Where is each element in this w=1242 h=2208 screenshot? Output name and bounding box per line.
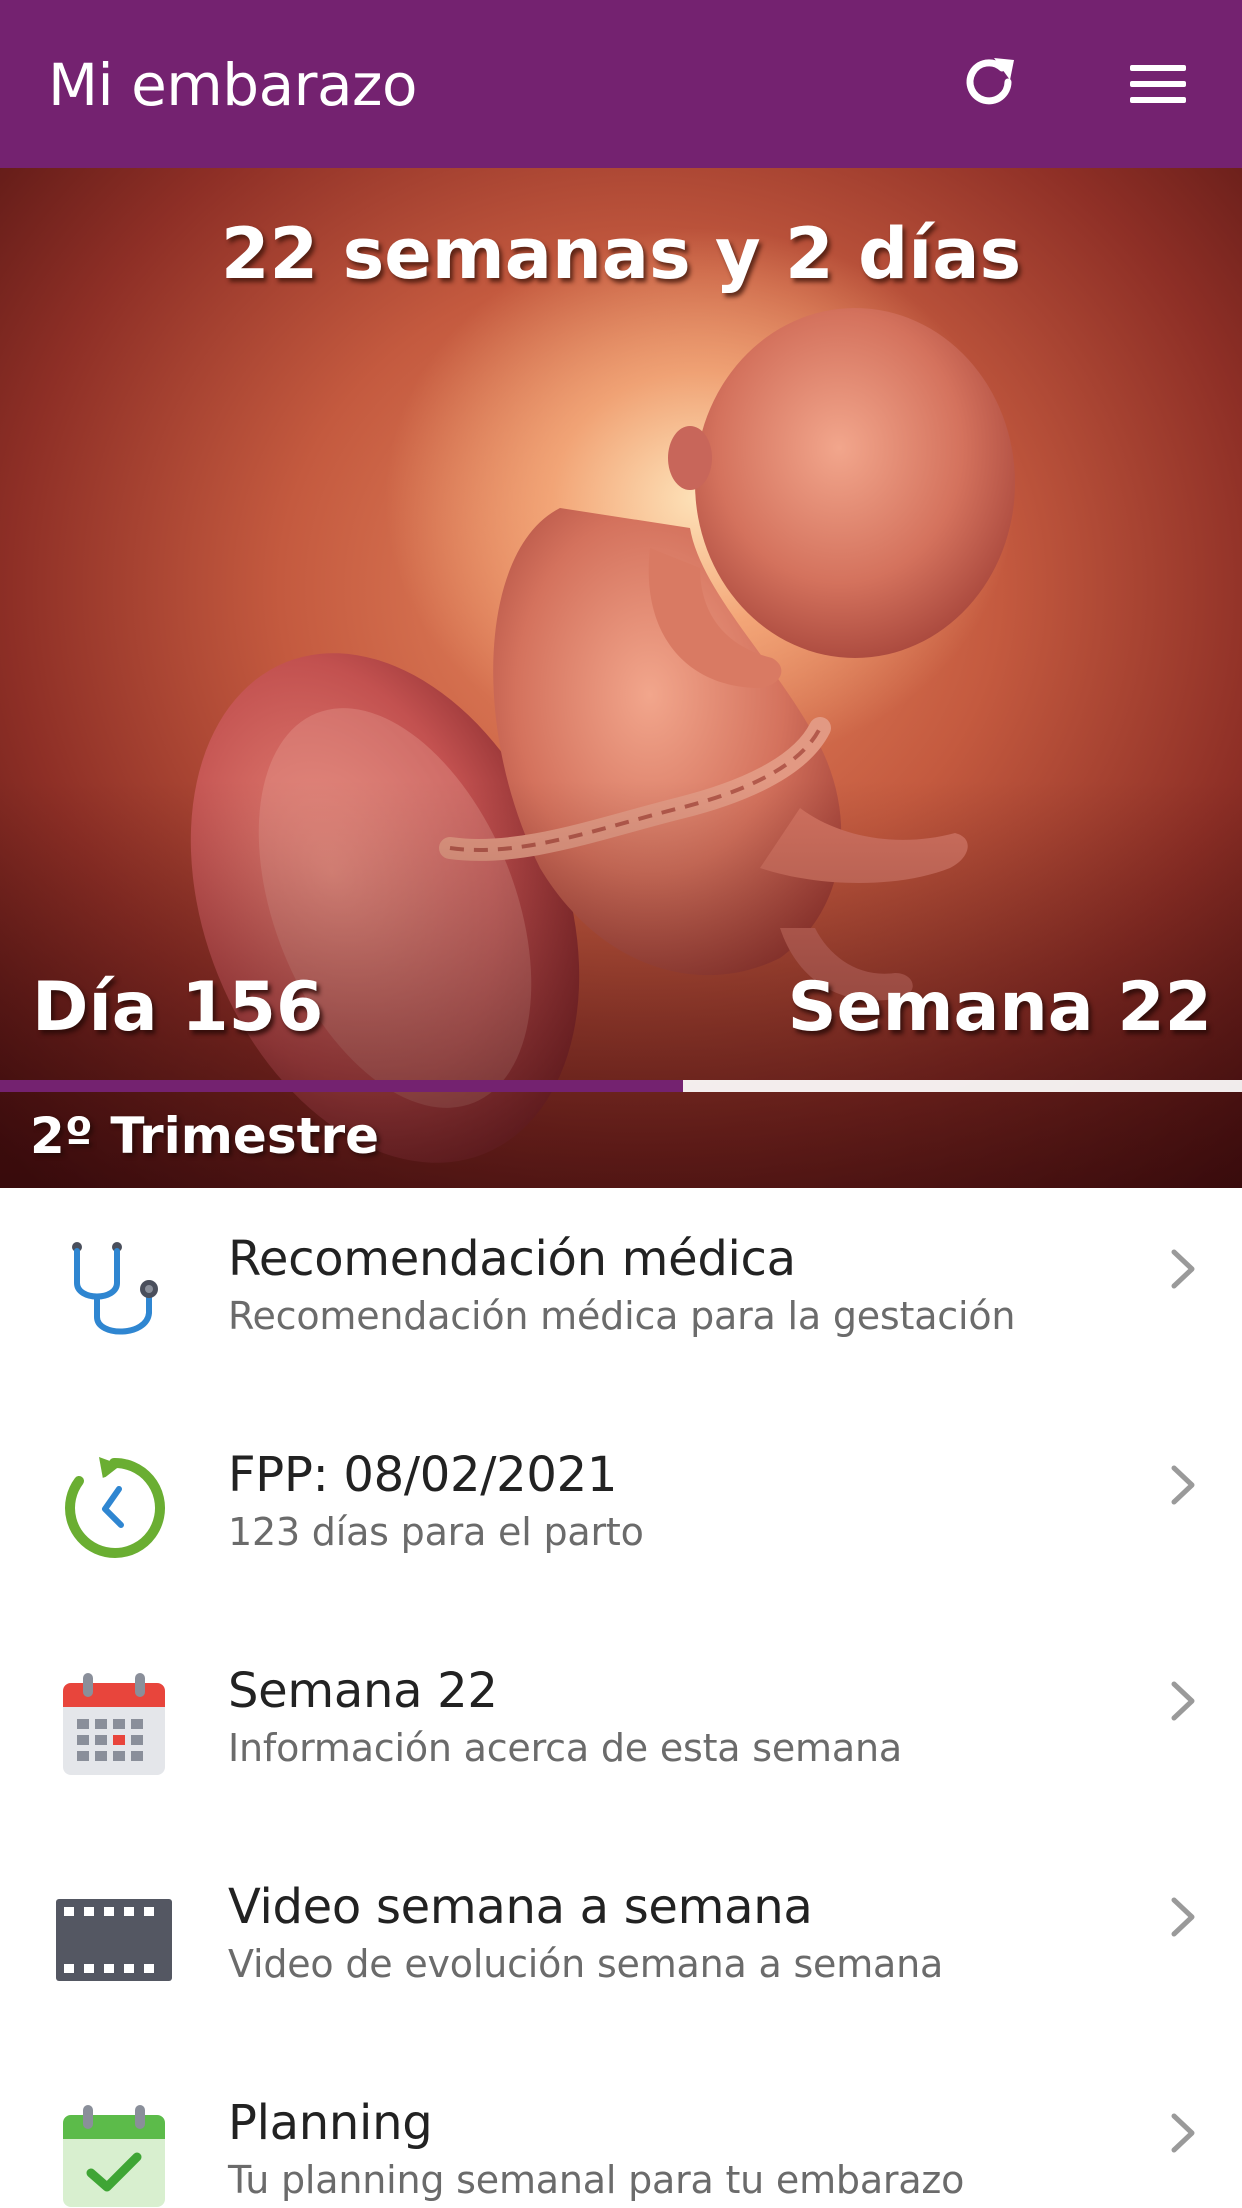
menu-list: Recomendación médica Recomendación médic… bbox=[0, 1188, 1242, 2208]
stethoscope-icon bbox=[72, 1242, 158, 1335]
item-subtitle: 123 días para el parto bbox=[228, 1510, 644, 1554]
item-subtitle: Video de evolución semana a semana bbox=[228, 1942, 944, 1986]
item-title: Semana 22 bbox=[228, 1663, 498, 1719]
item-title: Video semana a semana bbox=[228, 1879, 813, 1935]
progress-fill bbox=[0, 1080, 684, 1092]
chevron-right-icon bbox=[1171, 2113, 1195, 2153]
app-title: Mi embarazo bbox=[48, 51, 417, 119]
calendar-check-icon bbox=[63, 2105, 165, 2207]
film-strip-icon bbox=[56, 1899, 172, 1981]
menu-button[interactable] bbox=[1118, 44, 1198, 124]
chevron-right-icon bbox=[1171, 1249, 1195, 1289]
item-title: Recomendación médica bbox=[228, 1231, 796, 1287]
list-item-planning[interactable]: Planning Tu planning semanal para tu emb… bbox=[0, 2052, 1242, 2208]
app-bar: Mi embarazo bbox=[0, 0, 1242, 168]
pregnancy-hero: 22 semanas y 2 días Día 156 Semana 22 2º… bbox=[0, 168, 1242, 1188]
countdown-clock-icon bbox=[65, 1457, 165, 1558]
day-counter: Día 156 bbox=[32, 968, 324, 1047]
list-item-weekly-video[interactable]: Video semana a semana Video de evolución… bbox=[0, 1836, 1242, 2052]
chevron-right-icon bbox=[1171, 1465, 1195, 1505]
item-title: Planning bbox=[228, 2095, 433, 2151]
gestation-age-heading: 22 semanas y 2 días bbox=[220, 213, 1022, 295]
item-subtitle: Recomendación médica para la gestación bbox=[228, 1294, 1016, 1338]
list-item-due-date[interactable]: FPP: 08/02/2021 123 días para el parto bbox=[0, 1404, 1242, 1620]
pregnancy-progress-bar bbox=[0, 1080, 1242, 1092]
item-title: FPP: 08/02/2021 bbox=[228, 1447, 618, 1503]
calendar-icon bbox=[63, 1673, 165, 1775]
week-counter: Semana 22 bbox=[787, 968, 1212, 1047]
chevron-right-icon bbox=[1171, 1681, 1195, 1721]
list-item-week-info[interactable]: Semana 22 Información acerca de esta sem… bbox=[0, 1620, 1242, 1836]
refresh-icon bbox=[966, 58, 1014, 105]
trimester-label: 2º Trimestre bbox=[30, 1107, 380, 1165]
app-screen: Mi embarazo 22 semanas y 2 días Día 156 … bbox=[0, 0, 1242, 2208]
chevron-right-icon bbox=[1171, 1897, 1195, 1937]
list-item-medical-recommendation[interactable]: Recomendación médica Recomendación médic… bbox=[0, 1188, 1242, 1404]
item-subtitle: Información acerca de esta semana bbox=[228, 1726, 902, 1770]
hamburger-menu-icon bbox=[1130, 65, 1186, 103]
item-subtitle: Tu planning semanal para tu embarazo bbox=[228, 2158, 965, 2202]
refresh-button[interactable] bbox=[950, 44, 1030, 124]
